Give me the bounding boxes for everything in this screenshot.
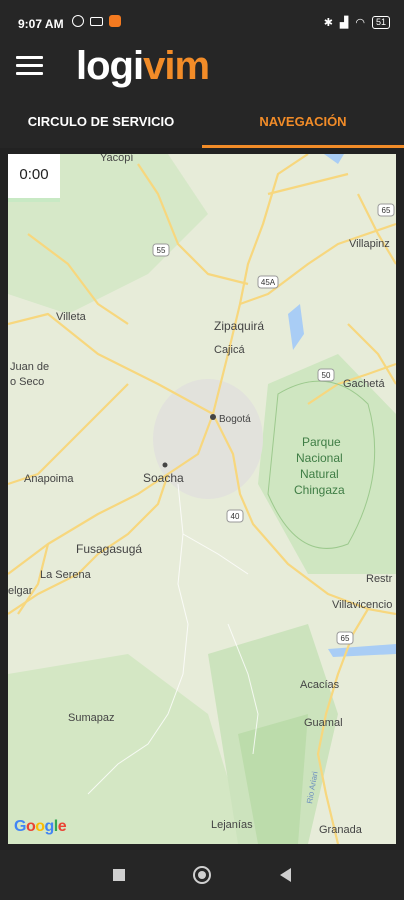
- place-label: Acacías: [300, 679, 340, 691]
- map-view[interactable]: 55 45A 50 40 65 65 Yacopí Villeta Juan d…: [8, 154, 396, 844]
- google-logo: Google: [14, 818, 67, 835]
- park-label: Parque: [302, 435, 341, 449]
- app-logo: logivim: [76, 44, 210, 88]
- app-bar: logivim: [0, 36, 404, 98]
- place-label: o Seco: [10, 376, 44, 388]
- place-label: Zipaquirá: [214, 319, 264, 333]
- route-shield: 45A: [261, 278, 276, 287]
- place-label: Gachetá: [343, 378, 385, 390]
- place-label: Sumapaz: [68, 712, 114, 724]
- route-shield: 65: [341, 634, 350, 643]
- place-label: La Serena: [40, 569, 92, 581]
- place-label: Anapoima: [24, 473, 74, 485]
- place-label: Fusagasugá: [76, 542, 142, 556]
- park-label: Natural: [300, 467, 339, 481]
- route-shield: 65: [382, 206, 391, 215]
- place-label: Villavicencio: [332, 599, 392, 611]
- status-time: 9:07 AM: [18, 17, 64, 31]
- place-label: elgar: [8, 585, 33, 597]
- place-label: Villeta: [56, 311, 87, 323]
- place-label: Soacha: [143, 471, 184, 485]
- back-button[interactable]: [280, 868, 291, 882]
- place-label: Yacopí: [100, 154, 133, 164]
- signal-icon: ▟: [339, 17, 349, 29]
- place-label: Cajicá: [214, 344, 245, 356]
- notification-icons: [72, 15, 121, 27]
- place-label: Restr: [366, 573, 393, 585]
- place-label: Guamal: [304, 717, 343, 729]
- timer-display: 0:00: [8, 154, 60, 202]
- tab-circulo-servicio[interactable]: CIRCULO DE SERVICIO: [0, 98, 202, 148]
- place-label: Juan de: [10, 361, 49, 373]
- system-icons: ✱ ▟ ◠ 51: [324, 16, 390, 29]
- home-button[interactable]: [193, 866, 211, 884]
- wifi-icon: ◠: [355, 17, 365, 29]
- menu-icon[interactable]: [16, 56, 43, 76]
- park-label: Nacional: [296, 451, 343, 465]
- route-shield: 50: [322, 371, 331, 380]
- place-label: Granada: [319, 824, 363, 836]
- tab-navegacion[interactable]: NAVEGACIÓN: [202, 98, 404, 148]
- route-shield: 55: [157, 246, 166, 255]
- place-label: Bogotá: [219, 414, 251, 425]
- bluetooth-icon: ✱: [323, 17, 333, 29]
- place-label: Villapinz: [349, 238, 390, 250]
- tab-bar: CIRCULO DE SERVICIO NAVEGACIÓN: [0, 98, 404, 148]
- place-label: Lejanías: [211, 819, 253, 831]
- app-notification-icon: [109, 15, 121, 27]
- recents-button[interactable]: [113, 869, 125, 881]
- system-nav-bar: [0, 850, 404, 900]
- park-label: Chingaza: [294, 483, 345, 497]
- alarm-icon: [72, 15, 84, 27]
- route-shield: 40: [231, 512, 240, 521]
- battery-icon: 51: [371, 16, 390, 29]
- laptop-icon: [90, 16, 103, 26]
- map-canvas: 55 45A 50 40 65 65 Yacopí Villeta Juan d…: [8, 154, 396, 844]
